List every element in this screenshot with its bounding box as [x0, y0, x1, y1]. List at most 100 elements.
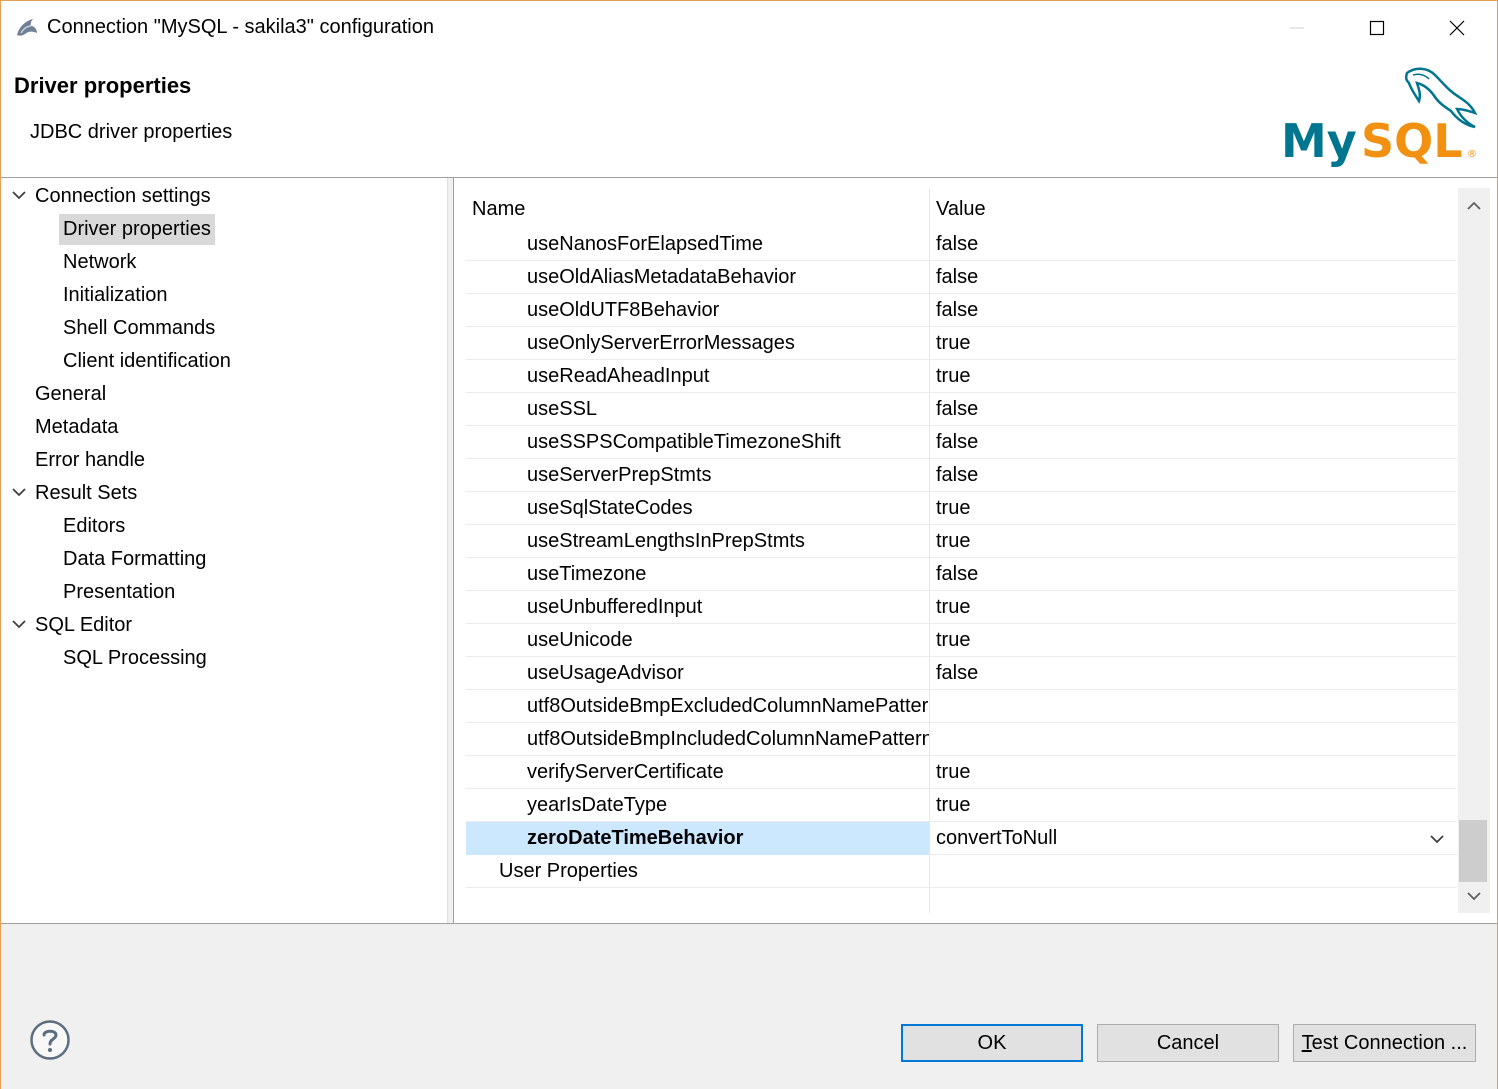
property-value[interactable]: false — [936, 426, 978, 459]
property-value[interactable]: true — [936, 525, 970, 558]
chevron-down-icon[interactable] — [11, 616, 27, 632]
table-row[interactable]: useUsageAdvisor false — [466, 657, 1457, 690]
tree-item[interactable]: Network — [59, 247, 140, 278]
minimize-icon — [1290, 27, 1304, 29]
property-name: useSSPSCompatibleTimezoneShift — [527, 431, 841, 453]
close-button[interactable] — [1417, 1, 1497, 55]
property-name: useStreamLengthsInPrepStmts — [527, 530, 805, 552]
property-value[interactable]: true — [936, 591, 970, 624]
vertical-scrollbar[interactable] — [1458, 188, 1490, 913]
table-row[interactable]: yearIsDateType true — [466, 789, 1457, 822]
test-connection-button[interactable]: Test Connection ... — [1293, 1024, 1476, 1062]
cancel-button[interactable]: Cancel — [1097, 1024, 1279, 1062]
property-name: useUnbufferedInput — [527, 596, 703, 618]
ok-button[interactable]: OK — [901, 1024, 1083, 1062]
property-value[interactable]: true — [936, 789, 970, 822]
test-connection-mnemonic: T — [1301, 1032, 1312, 1054]
table-row[interactable]: useSqlStateCodes true — [466, 492, 1457, 525]
maximize-icon — [1369, 20, 1385, 36]
tree-item[interactable]: Shell Commands — [59, 313, 219, 344]
chevron-down-icon[interactable] — [11, 187, 27, 203]
property-value[interactable]: true — [936, 327, 970, 360]
property-name: verifyServerCertificate — [527, 761, 724, 783]
table-row[interactable]: utf8OutsideBmpExcludedColumnNamePattern — [466, 690, 1457, 723]
panel-splitter[interactable] — [447, 178, 454, 923]
tree-item[interactable]: Metadata — [31, 412, 122, 443]
property-value[interactable]: false — [936, 657, 978, 690]
title-bar[interactable]: Connection "MySQL - sakila3" configurati… — [1, 1, 1497, 57]
property-value[interactable]: false — [936, 261, 978, 294]
table-row[interactable]: zeroDateTimeBehavior convertToNull — [466, 822, 1457, 855]
scroll-thumb[interactable] — [1459, 820, 1487, 882]
table-row[interactable]: useUnicode true — [466, 624, 1457, 657]
help-icon[interactable] — [29, 1019, 71, 1061]
svg-text:®: ® — [1467, 149, 1477, 160]
tree-item[interactable]: Editors — [59, 511, 129, 542]
page-description: JDBC driver properties — [30, 121, 233, 143]
tree-item[interactable]: Data Formatting — [59, 544, 210, 575]
property-value[interactable]: false — [936, 393, 978, 426]
minimize-button[interactable] — [1257, 1, 1337, 55]
property-value[interactable]: true — [936, 624, 970, 657]
tree-item[interactable]: Result Sets — [31, 478, 141, 509]
table-header: Name Value — [466, 188, 1457, 228]
chevron-down-icon[interactable] — [11, 484, 27, 500]
table-row[interactable]: useServerPrepStmts false — [466, 459, 1457, 492]
column-header-value[interactable]: Value — [930, 188, 986, 228]
property-name: utf8OutsideBmpIncludedColumnNamePattern — [527, 728, 929, 750]
property-name: useOldUTF8Behavior — [527, 299, 720, 321]
window-title: Connection "MySQL - sakila3" configurati… — [47, 16, 434, 38]
table-row[interactable]: useTimezone false — [466, 558, 1457, 591]
properties-table[interactable]: Name Value useNanosForElapsedTime false us… — [466, 188, 1457, 913]
tree-item[interactable]: Driver properties — [59, 214, 215, 245]
mysql-logo: My SQL ® — [1281, 67, 1478, 168]
property-name: yearIsDateType — [527, 794, 668, 816]
property-name: useOnlyServerErrorMessages — [527, 332, 795, 354]
property-value[interactable]: false — [936, 558, 978, 591]
column-header-name[interactable]: Name — [466, 188, 525, 228]
tree-item[interactable]: Error handle — [31, 445, 149, 476]
tree-item[interactable]: SQL Editor — [31, 610, 136, 641]
maximize-button[interactable] — [1337, 1, 1417, 55]
tree-item[interactable]: Initialization — [59, 280, 172, 311]
dbeaver-icon — [17, 19, 37, 36]
page-header: Driver properties JDBC driver properties… — [1, 57, 1497, 177]
property-value[interactable]: true — [936, 360, 970, 393]
property-name: useTimezone — [527, 563, 647, 585]
tree-item[interactable]: Client identification — [59, 346, 235, 377]
table-row[interactable]: useStreamLengthsInPrepStmts true — [466, 525, 1457, 558]
property-name: useServerPrepStmts — [527, 464, 712, 486]
table-row[interactable]: useSSPSCompatibleTimezoneShift false — [466, 426, 1457, 459]
tree-item[interactable]: SQL Processing — [59, 643, 211, 674]
close-icon — [1449, 20, 1465, 36]
table-row[interactable]: useNanosForElapsedTime false — [466, 228, 1457, 261]
property-value[interactable]: false — [936, 228, 978, 261]
property-value[interactable]: true — [936, 492, 970, 525]
tree-item[interactable]: General — [31, 379, 110, 410]
tree-item[interactable]: Connection settings — [31, 181, 215, 212]
table-row[interactable]: useOldUTF8Behavior false — [466, 294, 1457, 327]
dropdown-chevron-icon[interactable] — [1428, 830, 1446, 848]
button-bar: OK Cancel Test Connection ... — [1, 924, 1497, 1089]
property-value[interactable]: false — [936, 294, 978, 327]
table-row[interactable]: useUnbufferedInput true — [466, 591, 1457, 624]
scroll-up-icon[interactable] — [1466, 198, 1482, 214]
page-title: Driver properties — [14, 73, 192, 98]
property-value-dropdown[interactable]: convertToNull — [936, 822, 1057, 855]
scroll-down-icon[interactable] — [1466, 888, 1482, 904]
table-row[interactable]: utf8OutsideBmpIncludedColumnNamePattern — [466, 723, 1457, 756]
group-row[interactable]: User Properties — [466, 855, 1457, 888]
table-row[interactable]: useReadAheadInput true — [466, 360, 1457, 393]
tree-item[interactable]: Presentation — [59, 577, 179, 608]
table-row[interactable]: useOldAliasMetadataBehavior false — [466, 261, 1457, 294]
dialog-window: Connection "MySQL - sakila3" configurati… — [0, 0, 1498, 1089]
property-name: useUnicode — [527, 629, 633, 651]
property-name: useUsageAdvisor — [527, 662, 684, 684]
property-name: User Properties — [499, 860, 638, 882]
property-value[interactable]: false — [936, 459, 978, 492]
table-row[interactable]: useOnlyServerErrorMessages true — [466, 327, 1457, 360]
table-row[interactable]: useSSL false — [466, 393, 1457, 426]
table-row[interactable]: verifyServerCertificate true — [466, 756, 1457, 789]
property-value[interactable]: true — [936, 756, 970, 789]
settings-tree[interactable]: Connection settings Driver properties Netw… — [1, 178, 447, 923]
